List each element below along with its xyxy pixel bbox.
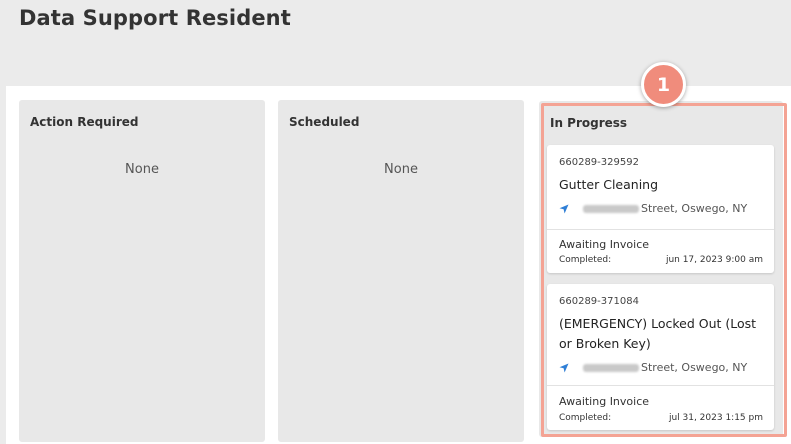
status-text: Awaiting Invoice — [559, 395, 650, 408]
completed-date: jun 17, 2023 9:00 am — [665, 255, 763, 265]
redacted-address-number — [583, 204, 639, 213]
work-order-address: Street, Oswego, NY — [559, 202, 747, 215]
address-text: Street, Oswego, NY — [641, 202, 748, 215]
empty-state-text: None — [125, 162, 159, 177]
column-title: Scheduled — [289, 115, 360, 129]
work-order-title: (EMERGENCY) Locked Out (Lost or Broken K… — [559, 316, 757, 351]
completed-date: jul 31, 2023 1:15 pm — [668, 413, 763, 423]
work-order-address: Street, Oswego, NY — [559, 361, 747, 374]
address-text: Street, Oswego, NY — [641, 361, 748, 374]
column-title: In Progress — [550, 116, 628, 130]
divider — [547, 229, 774, 230]
step-badge: 1 — [641, 62, 686, 107]
work-order-id: 660289-329592 — [559, 157, 639, 168]
completed-label: Completed: — [559, 413, 612, 423]
work-order-id: 660289-371084 — [559, 296, 639, 307]
column-action-required: Action Required None — [19, 100, 265, 442]
column-in-progress: In Progress 660289-329592 Gutter Cleanin… — [539, 101, 783, 437]
divider — [547, 385, 774, 386]
work-order-card[interactable]: 660289-371084 (EMERGENCY) Locked Out (Lo… — [547, 284, 774, 430]
empty-state-text: None — [384, 162, 418, 177]
column-scheduled: Scheduled None — [278, 100, 524, 442]
status-text: Awaiting Invoice — [559, 238, 650, 251]
work-order-card[interactable]: 660289-329592 Gutter Cleaning Street, Os… — [547, 145, 774, 273]
redacted-address-number — [583, 363, 639, 372]
completed-label: Completed: — [559, 255, 612, 265]
work-order-title: Gutter Cleaning — [559, 177, 659, 192]
navigation-arrow-icon — [559, 204, 569, 213]
column-title: Action Required — [30, 115, 139, 129]
page-title: Data Support Resident — [19, 6, 291, 30]
navigation-arrow-icon — [559, 363, 569, 372]
kanban-board: Action Required None Scheduled None In P… — [6, 86, 791, 444]
